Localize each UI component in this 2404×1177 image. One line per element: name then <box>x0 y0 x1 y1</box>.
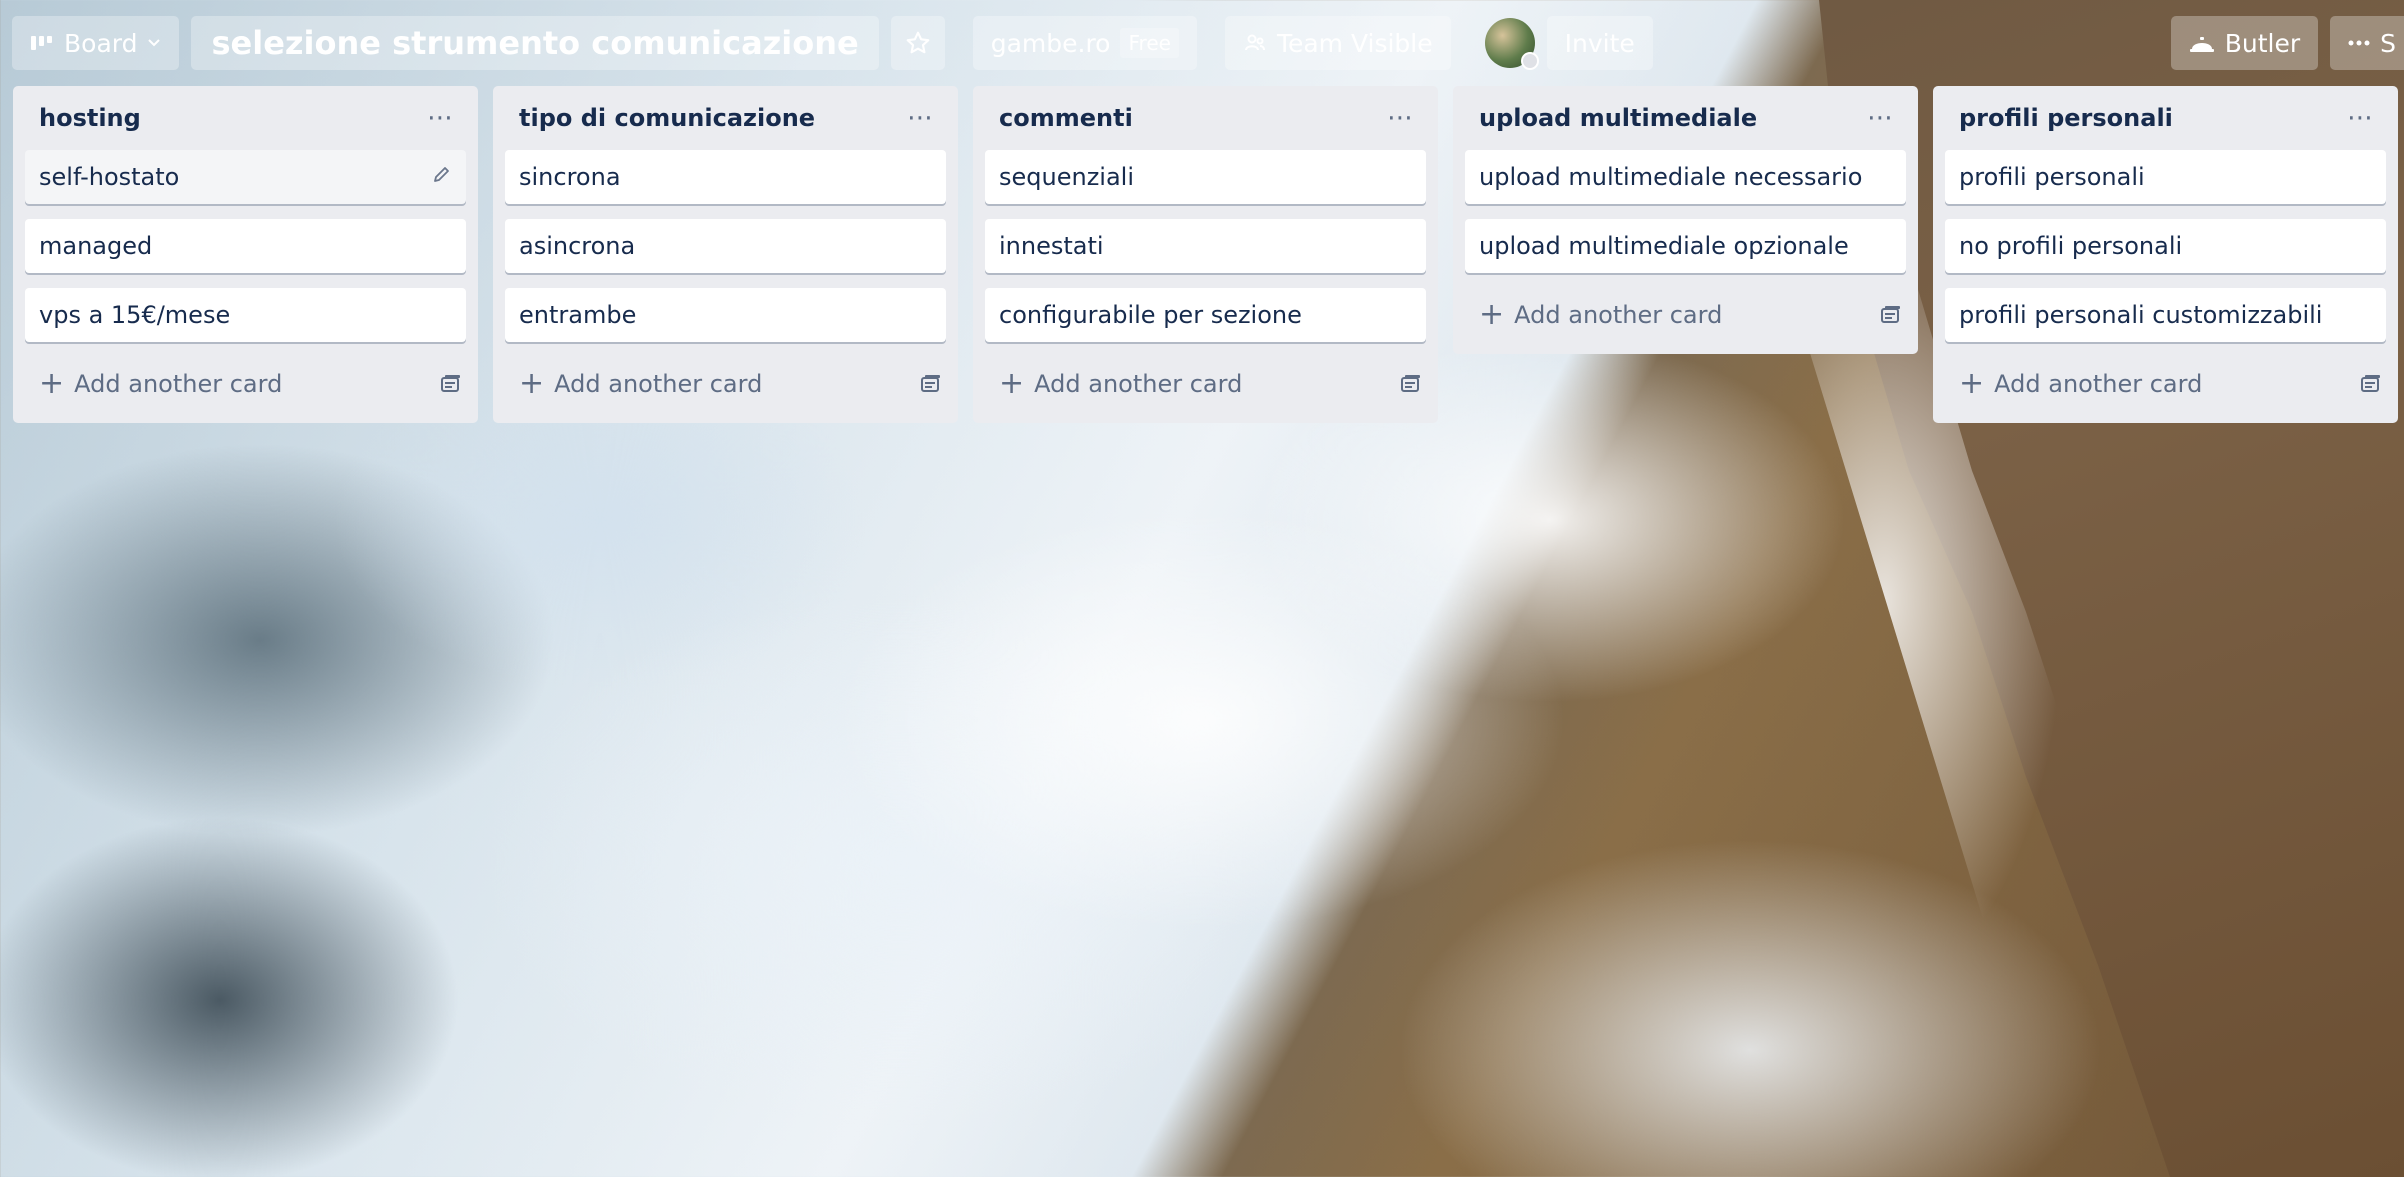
card-title: upload multimediale opzionale <box>1479 232 1849 260</box>
card[interactable]: upload multimediale opzionale <box>1465 219 1906 273</box>
list-profili-personali: profili personali ⋯ profili personali no… <box>1933 86 2398 423</box>
card[interactable]: sincrona <box>505 150 946 204</box>
list-header: profili personali ⋯ <box>1945 86 2386 150</box>
card[interactable]: no profili personali <box>1945 219 2386 273</box>
card-title: configurabile per sezione <box>999 301 1302 329</box>
card-title: sincrona <box>519 163 621 191</box>
card[interactable]: entrambe <box>505 288 946 342</box>
list-title[interactable]: upload multimediale <box>1479 104 1757 132</box>
add-card-label: Add another card <box>1034 370 1243 398</box>
butler-button[interactable]: Butler <box>2170 16 2319 70</box>
star-button[interactable] <box>890 16 945 70</box>
visibility-label: Team Visible <box>1276 28 1433 58</box>
board-view-switcher[interactable]: Board <box>12 16 180 70</box>
more-icon <box>2348 40 2370 46</box>
card[interactable]: managed <box>25 219 466 273</box>
pencil-edit-icon[interactable] <box>432 164 452 190</box>
list-upload-multimediale: upload multimediale ⋯ upload multimedial… <box>1453 86 1918 354</box>
list-menu-icon[interactable]: ⋯ <box>419 99 462 137</box>
plus-icon: + <box>1959 366 1985 401</box>
card-template-icon[interactable] <box>920 374 942 394</box>
add-card-label: Add another card <box>1994 370 2203 398</box>
card-title: entrambe <box>519 301 637 329</box>
board-header: Board selezione strumento comunicazione … <box>0 0 2404 86</box>
list-menu-icon[interactable]: ⋯ <box>899 99 942 137</box>
add-card-button[interactable]: + Add another card <box>999 369 1242 399</box>
board-lists: hosting ⋯ self-hostato managed vps a 15€… <box>13 86 2398 423</box>
card-title: profili personali <box>1959 163 2145 191</box>
add-card-row: + Add another card <box>505 357 946 411</box>
add-card-label: Add another card <box>1514 301 1723 329</box>
card-title: no profili personali <box>1959 232 2183 260</box>
member-avatar[interactable] <box>1484 18 1539 70</box>
add-card-row: + Add another card <box>1945 357 2386 411</box>
team-name: gambe.ro <box>990 28 1111 58</box>
list-header: tipo di comunicazione ⋯ <box>505 86 946 150</box>
butler-bell-icon <box>2189 32 2215 54</box>
list-title[interactable]: profili personali <box>1959 104 2173 132</box>
card[interactable]: innestati <box>985 219 1426 273</box>
show-menu-label: S <box>2380 28 2396 58</box>
team-visibility-icon <box>1243 31 1267 55</box>
add-card-label: Add another card <box>74 370 283 398</box>
add-card-button[interactable]: + Add another card <box>39 369 282 399</box>
add-card-row: + Add another card <box>25 357 466 411</box>
add-card-label: Add another card <box>554 370 763 398</box>
add-card-button[interactable]: + Add another card <box>1479 300 1722 330</box>
invite-button[interactable]: Invite <box>1546 16 1653 70</box>
list-menu-icon[interactable]: ⋯ <box>1859 99 1902 137</box>
card[interactable]: upload multimediale necessario <box>1465 150 1906 204</box>
card-template-icon[interactable] <box>1880 305 1902 325</box>
add-card-button[interactable]: + Add another card <box>519 369 762 399</box>
add-card-button[interactable]: + Add another card <box>1959 369 2202 399</box>
card-title: managed <box>39 232 153 260</box>
show-menu-button[interactable]: S <box>2330 16 2404 70</box>
card[interactable]: sequenziali <box>985 150 1426 204</box>
card-title: vps a 15€/mese <box>39 301 231 329</box>
board-title[interactable]: selezione strumento comunicazione <box>191 16 879 70</box>
chevron-down-icon <box>147 38 161 48</box>
list-menu-icon[interactable]: ⋯ <box>2339 99 2382 137</box>
card-title: innestati <box>999 232 1104 260</box>
plus-icon: + <box>519 366 545 401</box>
list-menu-icon[interactable]: ⋯ <box>1379 99 1422 137</box>
invite-label: Invite <box>1564 28 1635 58</box>
board-icon <box>30 33 54 53</box>
avatar-badge <box>1520 52 1539 70</box>
team-button[interactable]: gambe.ro Free <box>972 16 1197 70</box>
add-card-row: + Add another card <box>985 357 1426 411</box>
board-view-label: Board <box>64 28 138 58</box>
butler-label: Butler <box>2224 28 2301 58</box>
card-template-icon[interactable] <box>2360 374 2382 394</box>
card-template-icon[interactable] <box>440 374 462 394</box>
plus-icon: + <box>1479 297 1505 332</box>
list-title[interactable]: tipo di comunicazione <box>519 104 815 132</box>
card-title: self-hostato <box>39 163 180 191</box>
card-title: asincrona <box>519 232 636 260</box>
card-title: sequenziali <box>999 163 1134 191</box>
plus-icon: + <box>999 366 1025 401</box>
card-title: upload multimediale necessario <box>1479 163 1863 191</box>
plus-icon: + <box>39 366 65 401</box>
list-title[interactable]: commenti <box>999 104 1133 132</box>
card[interactable]: profili personali <box>1945 150 2386 204</box>
card[interactable]: vps a 15€/mese <box>25 288 466 342</box>
list-commenti: commenti ⋯ sequenziali innestati configu… <box>973 86 1438 423</box>
card[interactable]: asincrona <box>505 219 946 273</box>
list-header: hosting ⋯ <box>25 86 466 150</box>
list-header: upload multimediale ⋯ <box>1465 86 1906 150</box>
card-template-icon[interactable] <box>1400 374 1422 394</box>
star-icon <box>905 30 931 56</box>
card[interactable]: profili personali customizzabili <box>1945 288 2386 342</box>
card-title: profili personali customizzabili <box>1959 301 2323 329</box>
list-tipo-di-comunicazione: tipo di comunicazione ⋯ sincrona asincro… <box>493 86 958 423</box>
card[interactable]: configurabile per sezione <box>985 288 1426 342</box>
list-title[interactable]: hosting <box>39 104 141 132</box>
add-card-row: + Add another card <box>1465 288 1906 342</box>
list-hosting: hosting ⋯ self-hostato managed vps a 15€… <box>13 86 478 423</box>
card[interactable]: self-hostato <box>25 150 466 204</box>
list-header: commenti ⋯ <box>985 86 1426 150</box>
plan-badge: Free <box>1120 28 1179 58</box>
visibility-button[interactable]: Team Visible <box>1224 16 1451 70</box>
